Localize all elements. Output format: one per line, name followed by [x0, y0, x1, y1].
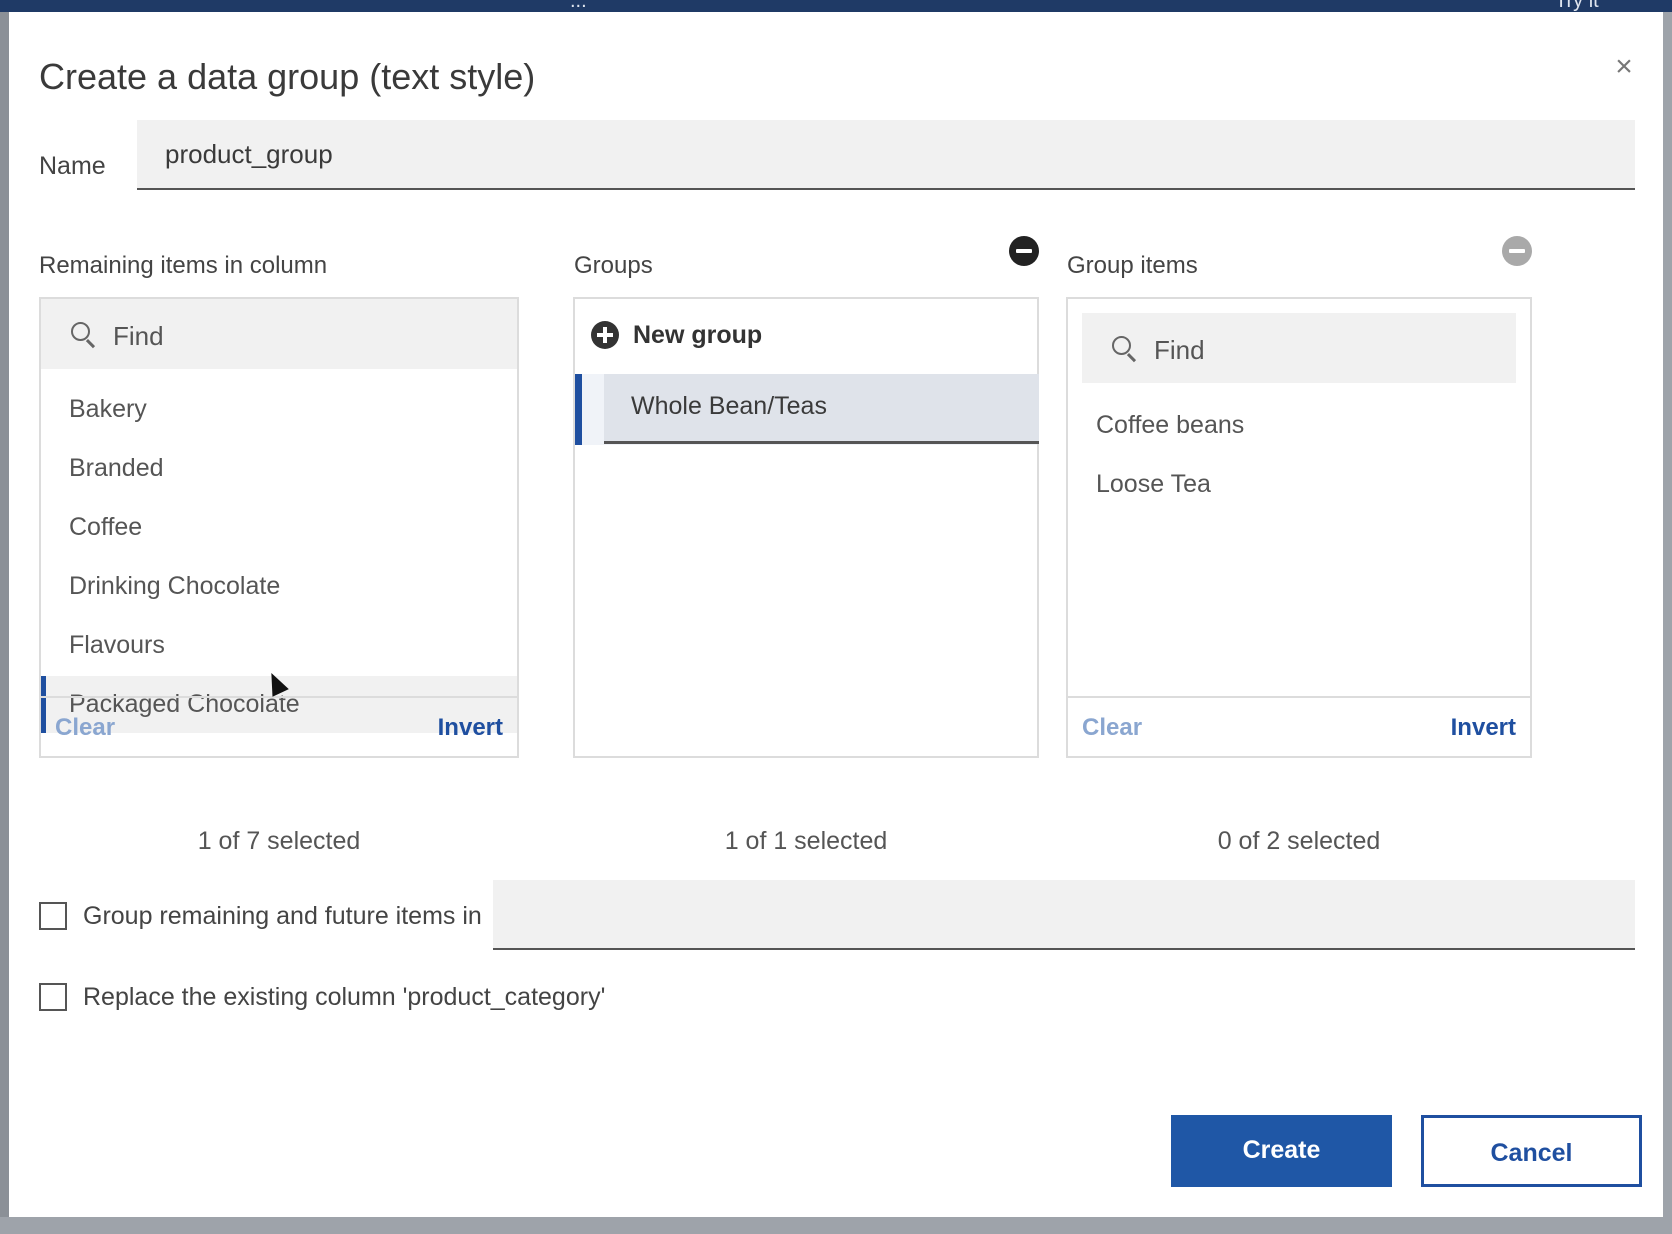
cancel-button[interactable]: Cancel: [1421, 1115, 1642, 1187]
group-remaining-label: Group remaining and future items in: [83, 902, 482, 930]
remove-item-icon[interactable]: [1502, 236, 1532, 266]
remaining-clear-button[interactable]: Clear: [55, 714, 115, 742]
remaining-invert-button[interactable]: Invert: [438, 714, 503, 742]
app-header-bar: ... Try it: [0, 0, 1672, 12]
close-icon[interactable]: ×: [1609, 52, 1639, 82]
group-items-find-input[interactable]: [1152, 331, 1496, 369]
group-remaining-input[interactable]: [493, 880, 1635, 950]
group-items-selected-count: 0 of 2 selected: [1217, 827, 1381, 855]
remaining-list-item[interactable]: Drinking Chocolate: [41, 558, 517, 615]
groups-selected-count: 1 of 1 selected: [724, 827, 888, 855]
search-icon: [71, 322, 95, 346]
remaining-list-item[interactable]: Flavours: [41, 617, 517, 674]
replace-column-label: Replace the existing column 'product_cat…: [83, 983, 606, 1011]
group-items-panel-footer: Clear Invert: [1068, 696, 1530, 756]
new-group-label: New group: [633, 321, 763, 349]
search-icon: [1112, 336, 1136, 360]
dialog-title: Create a data group (text style): [39, 56, 536, 97]
selection-indicator: [575, 374, 582, 445]
name-label: Name: [39, 152, 106, 180]
group-item-coffee-beans[interactable]: Coffee beans: [1068, 397, 1530, 454]
group-items-label: Group items: [1067, 252, 1198, 279]
group-remaining-checkbox[interactable]: [39, 902, 67, 930]
remaining-find-input[interactable]: [111, 317, 495, 355]
remaining-list-item[interactable]: Coffee: [41, 499, 517, 556]
group-items-clear-button[interactable]: Clear: [1082, 714, 1142, 742]
group-name-label: Whole Bean/Teas: [631, 392, 827, 420]
replace-column-checkbox[interactable]: [39, 983, 67, 1011]
group-items-invert-button[interactable]: Invert: [1451, 714, 1516, 742]
group-item-whole-bean-teas[interactable]: Whole Bean/Teas: [575, 374, 1039, 445]
create-button[interactable]: Create: [1171, 1115, 1392, 1187]
remaining-find-box: [41, 299, 517, 369]
group-item-loose-tea[interactable]: Loose Tea: [1068, 456, 1530, 513]
group-items-panel: Coffee beans Loose Tea Clear Invert: [1066, 297, 1532, 758]
remove-group-icon[interactable]: [1009, 236, 1039, 266]
create-data-group-dialog: Create a data group (text style) × Name …: [9, 12, 1663, 1217]
remaining-selected-count: 1 of 7 selected: [197, 827, 361, 855]
remaining-list-item[interactable]: Bakery: [41, 381, 517, 438]
remaining-panel-footer: Clear Invert: [41, 696, 517, 756]
remaining-items-label: Remaining items in column: [39, 252, 328, 279]
plus-circle-icon: [591, 321, 619, 349]
name-input[interactable]: [137, 120, 1635, 190]
background-app-edge: [0, 12, 9, 1234]
background-app-bottom: [0, 1217, 1672, 1234]
groups-panel: New group Whole Bean/Teas: [573, 297, 1039, 758]
group-items-find-box: [1082, 313, 1516, 383]
groups-label: Groups: [574, 252, 653, 279]
remaining-list-item[interactable]: Branded: [41, 440, 517, 497]
